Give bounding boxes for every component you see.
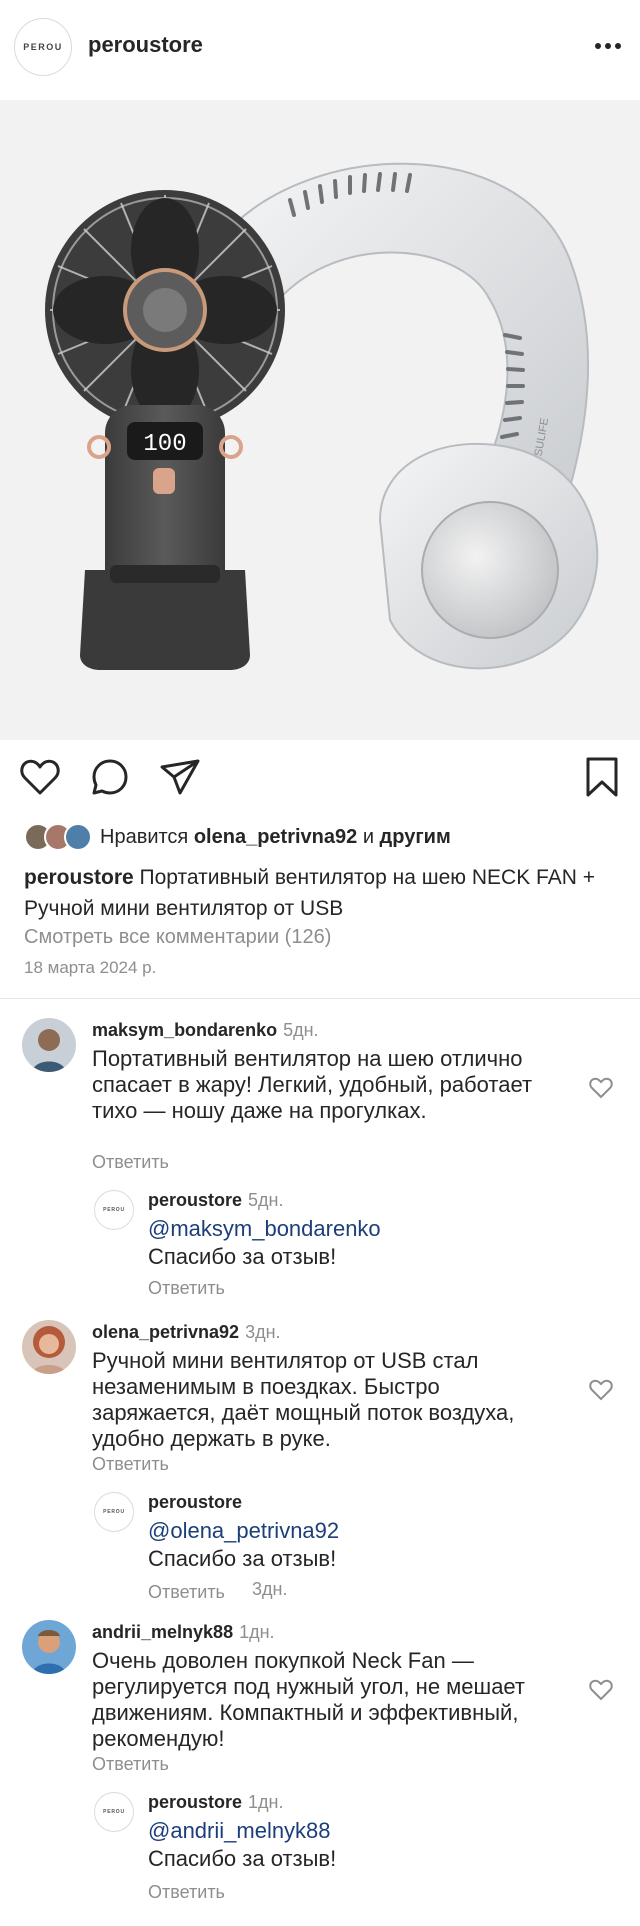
- bookmark-icon[interactable]: [580, 755, 624, 799]
- comment-item: maksym_bondarenko 5дн. Портативный вентил…: [0, 1010, 640, 1310]
- svg-text:100: 100: [143, 431, 186, 458]
- comment-time: 3дн.: [245, 1322, 281, 1342]
- comment-text: Ручной мини вентилятор от USB стал незам…: [92, 1348, 515, 1451]
- reply-button[interactable]: Ответить: [92, 1754, 169, 1775]
- likes-user[interactable]: olena_petrivna92: [194, 826, 357, 849]
- reply-mention[interactable]: @andrii_melnyk88: [148, 1818, 331, 1844]
- comment-username[interactable]: olena_petrivna92 3дн.: [92, 1322, 281, 1343]
- comment-text: Очень доволен покупкой Neck Fan — регули…: [92, 1648, 526, 1751]
- reply-avatar[interactable]: PEROU: [94, 1492, 134, 1532]
- comment-time: 5дн.: [283, 1020, 319, 1040]
- comment-username[interactable]: andrii_melnyk88 1дн.: [92, 1622, 275, 1643]
- product-image[interactable]: JISULIFE 100: [0, 100, 640, 740]
- likes-connector: и: [362, 825, 374, 848]
- reply-button[interactable]: Ответить: [148, 1882, 225, 1903]
- comment-username[interactable]: maksym_bondarenko 5дн.: [92, 1020, 319, 1041]
- likes-prefix: Нравится: [100, 825, 189, 848]
- reply-text: Спасибо за отзыв!: [148, 1244, 337, 1269]
- comment-text: Портативный вентилятор на шею отлично сп…: [92, 1046, 533, 1123]
- store-username[interactable]: peroustore: [88, 32, 203, 58]
- liker-avatar: [64, 823, 92, 851]
- caption-username[interactable]: peroustore: [24, 866, 134, 889]
- action-bar: [0, 755, 640, 807]
- like-comment-icon[interactable]: [588, 1378, 614, 1402]
- comment-item: olena_petrivna92 3дн. Ручной мини вентиля…: [0, 1312, 640, 1612]
- post-date: 18 марта 2024 р.: [24, 958, 157, 977]
- reply-mention[interactable]: @maksym_bondarenko: [148, 1216, 381, 1242]
- like-comment-icon[interactable]: [588, 1076, 614, 1100]
- comment-icon[interactable]: [88, 755, 132, 799]
- commenter-avatar[interactable]: [22, 1620, 76, 1674]
- commenter-avatar[interactable]: [22, 1320, 76, 1374]
- reply-mention[interactable]: @olena_petrivna92: [148, 1518, 339, 1544]
- store-avatar[interactable]: PEROU: [14, 18, 72, 76]
- more-horizontal-icon[interactable]: [588, 34, 628, 58]
- liker-avatars: [24, 823, 92, 851]
- view-all-comments-link[interactable]: Смотреть все комментарии (126): [24, 926, 331, 949]
- reply-button[interactable]: Ответить: [148, 1278, 225, 1299]
- like-comment-icon[interactable]: [588, 1678, 614, 1702]
- product-illustration: JISULIFE 100: [0, 100, 640, 740]
- reply-button[interactable]: Ответить: [148, 1582, 225, 1603]
- reply-time: 3дн.: [252, 1579, 288, 1599]
- send-icon[interactable]: [158, 755, 202, 799]
- commenter-avatar[interactable]: [22, 1018, 76, 1072]
- comment-item: andrii_melnyk88 1дн. Очень доволен покупк…: [0, 1612, 640, 1912]
- comment-time: 1дн.: [239, 1622, 275, 1642]
- reply-username[interactable]: peroustore: [148, 1492, 242, 1513]
- reply-time: 1дн.: [248, 1792, 284, 1812]
- likes-others[interactable]: другим: [380, 826, 451, 849]
- reply-time: 5дн.: [248, 1190, 284, 1210]
- store-avatar-text: PEROU: [23, 42, 63, 52]
- post-header: PEROU peroustore: [0, 0, 640, 92]
- reply-text: Спасибо за отзыв!: [148, 1846, 337, 1871]
- reply-avatar[interactable]: PEROU: [94, 1190, 134, 1230]
- reply-button[interactable]: Ответить: [92, 1454, 169, 1475]
- likes-summary[interactable]: Нравится olena_petrivna92 и другим: [24, 822, 451, 852]
- reply-text: Спасибо за отзыв!: [148, 1546, 337, 1571]
- reply-username[interactable]: peroustore 1дн.: [148, 1792, 284, 1813]
- reply-button[interactable]: Ответить: [92, 1152, 169, 1173]
- post-caption: peroustore Портативный вентилятор на шею…: [24, 862, 624, 924]
- divider: [0, 998, 640, 999]
- reply-avatar[interactable]: PEROU: [94, 1792, 134, 1832]
- reply-username[interactable]: peroustore 5дн.: [148, 1190, 284, 1211]
- heart-icon[interactable]: [18, 755, 62, 799]
